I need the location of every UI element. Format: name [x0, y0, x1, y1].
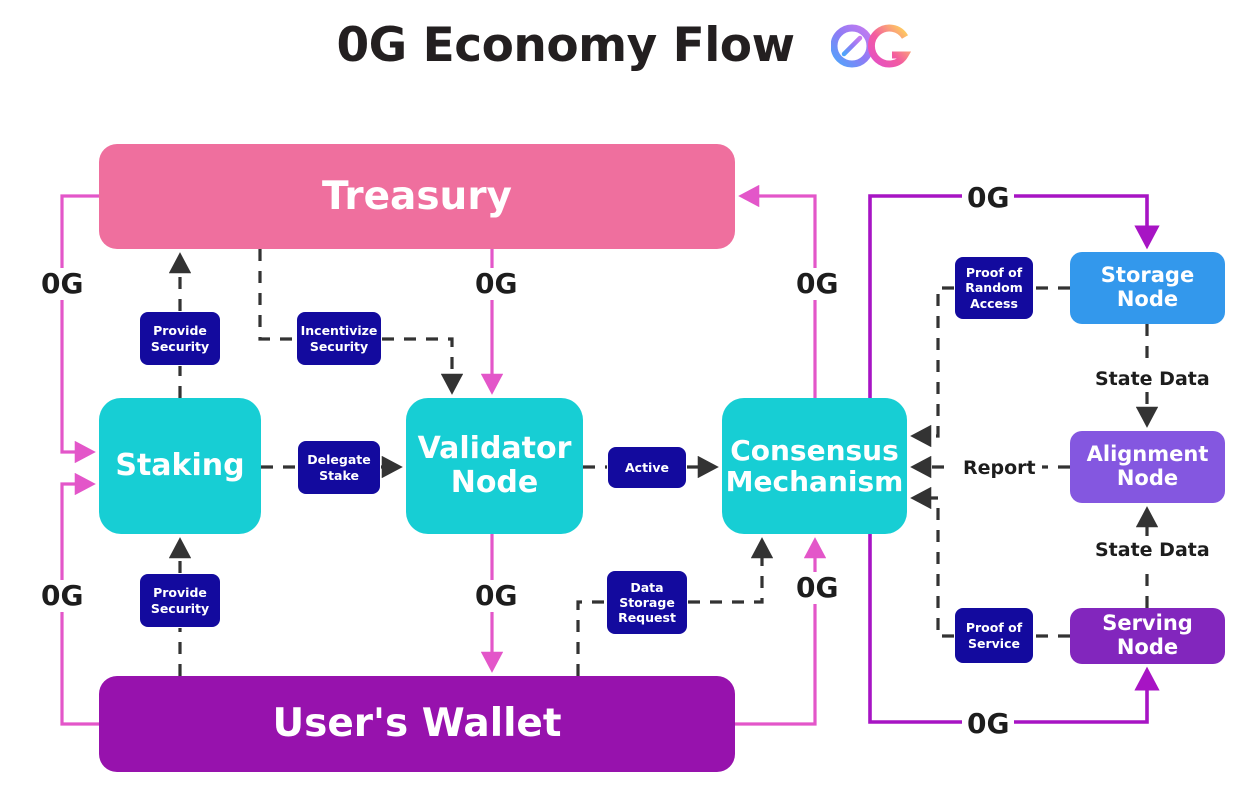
chip-active[interactable]: Active	[608, 447, 686, 488]
node-consensus-label: Consensus Mechanism	[725, 433, 904, 498]
edge-label-token-validator-to-wallet: 0G	[470, 580, 523, 612]
chip-active-label: Active	[625, 459, 669, 475]
chip-incentivize-security-label: Incentivize Security	[300, 323, 378, 354]
0g-logo-icon	[830, 24, 911, 67]
chip-delegate-stake-label: Delegate Stake	[307, 452, 371, 483]
node-treasury[interactable]: Treasury	[99, 144, 735, 249]
edge-label-report: Report	[958, 457, 1041, 480]
edge-label-state-data-storage: State Data	[1090, 368, 1215, 391]
edge-label-state-data-serving: State Data	[1090, 539, 1215, 562]
node-validator-label: Validator Node	[417, 431, 572, 500]
chip-data-storage-request[interactable]: Data Storage Request	[607, 571, 687, 634]
diagram-canvas: 0G Economy Flow Treasury Staking Validat…	[0, 0, 1251, 798]
chip-incentivize-security[interactable]: Incentivize Security	[297, 312, 381, 365]
edge-label-token-treasury-to-validator: 0G	[470, 268, 523, 300]
chip-proof-of-random-access-label: Proof of Random Access	[965, 265, 1023, 311]
node-staking-label: Staking	[115, 448, 245, 484]
chip-provide-security-top[interactable]: Provide Security	[140, 312, 220, 365]
node-serving[interactable]: Serving Node	[1070, 608, 1225, 664]
node-storage-label: Storage Node	[1100, 263, 1195, 311]
node-validator[interactable]: Validator Node	[406, 398, 583, 534]
node-serving-label: Serving Node	[1102, 611, 1193, 659]
edge-label-token-consensus-to-treasury: 0G	[791, 268, 844, 300]
node-alignment-label: Alignment Node	[1086, 442, 1209, 490]
chip-provide-security-bottom-label: Provide Security	[150, 585, 210, 616]
node-staking[interactable]: Staking	[99, 398, 261, 534]
edge-label-token-consensus-to-serving: 0G	[962, 708, 1015, 740]
chip-delegate-stake[interactable]: Delegate Stake	[298, 441, 380, 494]
node-storage[interactable]: Storage Node	[1070, 252, 1225, 324]
chip-provide-security-top-label: Provide Security	[150, 323, 210, 354]
chip-proof-of-service-label: Proof of Service	[965, 620, 1023, 651]
node-wallet-label: User's Wallet	[272, 701, 562, 747]
node-alignment[interactable]: Alignment Node	[1070, 431, 1225, 503]
chip-proof-of-random-access[interactable]: Proof of Random Access	[955, 257, 1033, 319]
edge-label-token-wallet-to-staking: 0G	[36, 580, 89, 612]
page-title: 0G Economy Flow	[336, 18, 795, 73]
chip-proof-of-service[interactable]: Proof of Service	[955, 608, 1033, 663]
page-header: 0G Economy Flow	[0, 18, 1251, 73]
edge-label-token-consensus-to-storage: 0G	[962, 182, 1015, 214]
node-treasury-label: Treasury	[322, 173, 512, 219]
chip-data-storage-request-label: Data Storage Request	[618, 579, 676, 626]
chip-provide-security-bottom[interactable]: Provide Security	[140, 574, 220, 627]
edge-label-token-treasury-to-staking: 0G	[36, 268, 89, 300]
edge-label-token-wallet-to-consensus: 0G	[791, 572, 844, 604]
node-users-wallet[interactable]: User's Wallet	[99, 676, 735, 772]
node-consensus-mechanism[interactable]: Consensus Mechanism	[722, 398, 907, 534]
